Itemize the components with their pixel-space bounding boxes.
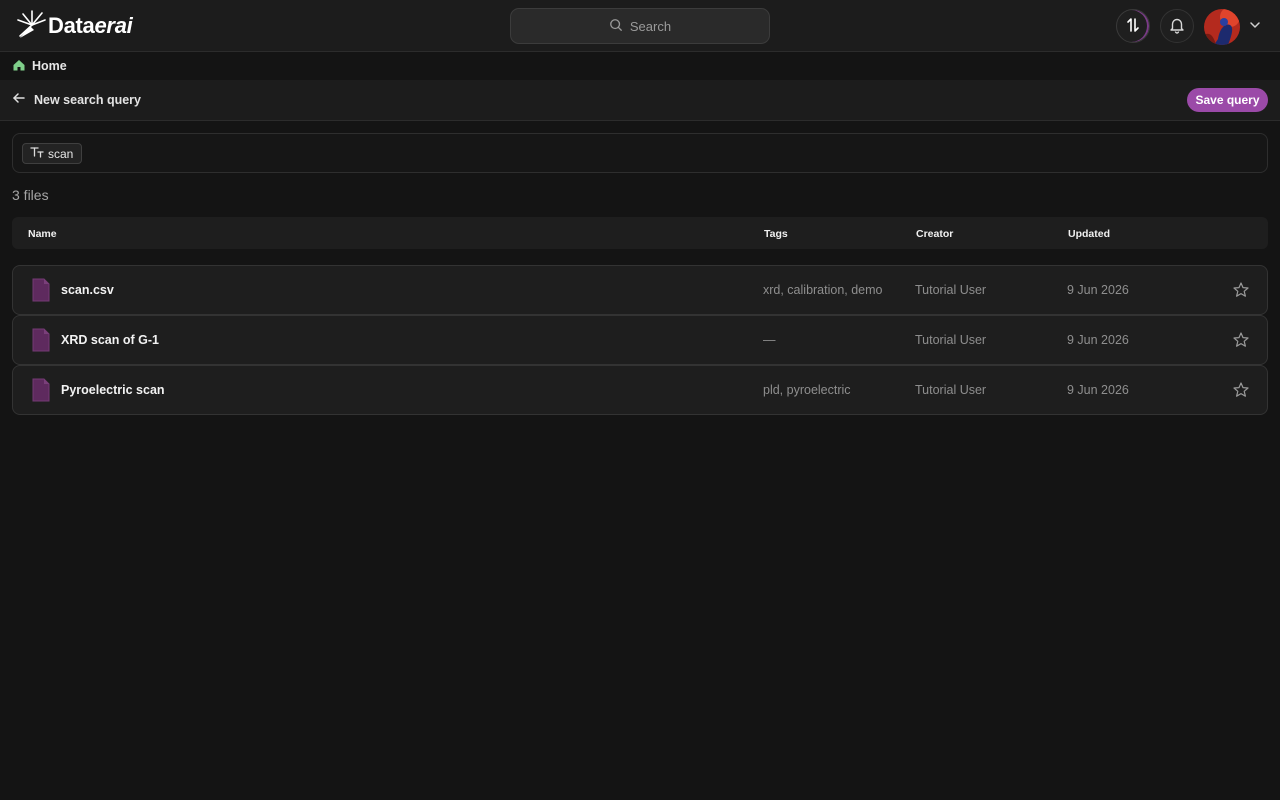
file-tags: — (763, 333, 776, 347)
brand-name: Dataerai (48, 13, 133, 38)
query-title: New search query (34, 92, 141, 107)
query-header: New search query Save query (0, 80, 1280, 121)
column-header-creator[interactable]: Creator (916, 228, 953, 240)
file-updated: 9 Jun 2026 (1067, 383, 1129, 397)
search-icon (609, 18, 630, 35)
table-row[interactable]: scan.csv xrd, calibration, demo Tutorial… (12, 265, 1268, 315)
file-icon (32, 378, 50, 402)
file-creator: Tutorial User (915, 333, 987, 347)
column-header-updated[interactable]: Updated (1068, 228, 1110, 240)
column-header-tags[interactable]: Tags (764, 228, 788, 240)
avatar[interactable] (1204, 9, 1240, 45)
bell-icon (1168, 16, 1186, 37)
sync-button[interactable] (1116, 9, 1150, 43)
file-icon (32, 278, 50, 302)
home-icon (12, 58, 32, 75)
breadcrumb-home[interactable]: Home (12, 57, 67, 75)
table-header: Name Tags Creator Updated (12, 217, 1268, 249)
sync-icon (1124, 16, 1142, 37)
star-icon[interactable] (1232, 381, 1250, 399)
file-name[interactable]: scan.csv (61, 283, 114, 297)
table-row[interactable]: XRD scan of G-1 — Tutorial User 9 Jun 20… (12, 315, 1268, 365)
file-icon (32, 328, 50, 352)
file-tags: pld, pyroelectric (763, 383, 851, 397)
star-icon[interactable] (1232, 281, 1250, 299)
text-type-icon (30, 146, 48, 161)
filter-bar[interactable]: scan (12, 133, 1268, 173)
search-input[interactable]: Search (510, 8, 770, 44)
file-count: 3 files (12, 187, 49, 203)
file-creator: Tutorial User (915, 283, 987, 297)
chip-label: scan (48, 146, 74, 161)
column-header-name[interactable]: Name (28, 228, 57, 240)
file-tags: xrd, calibration, demo (763, 283, 883, 297)
save-query-button[interactable]: Save query (1187, 88, 1268, 112)
file-updated: 9 Jun 2026 (1067, 333, 1129, 347)
search-placeholder: Search (629, 18, 672, 34)
file-name[interactable]: XRD scan of G-1 (61, 333, 159, 347)
spark-logo-icon (14, 8, 50, 45)
file-name[interactable]: Pyroelectric scan (61, 383, 165, 397)
back-button[interactable]: New search query (12, 91, 141, 108)
file-creator: Tutorial User (915, 383, 987, 397)
text-filter-chip[interactable]: scan (22, 143, 83, 164)
star-icon[interactable] (1232, 331, 1250, 349)
file-updated: 9 Jun 2026 (1067, 283, 1129, 297)
breadcrumb-label: Home (32, 59, 67, 73)
notifications-button[interactable] (1160, 9, 1194, 43)
table-row[interactable]: Pyroelectric scan pld, pyroelectric Tuto… (12, 365, 1268, 415)
arrow-left-icon (12, 91, 34, 108)
brand-logo[interactable]: Dataerai (14, 8, 133, 45)
top-bar: Dataerai Search (0, 0, 1280, 52)
chevron-down-icon[interactable] (1248, 18, 1262, 32)
